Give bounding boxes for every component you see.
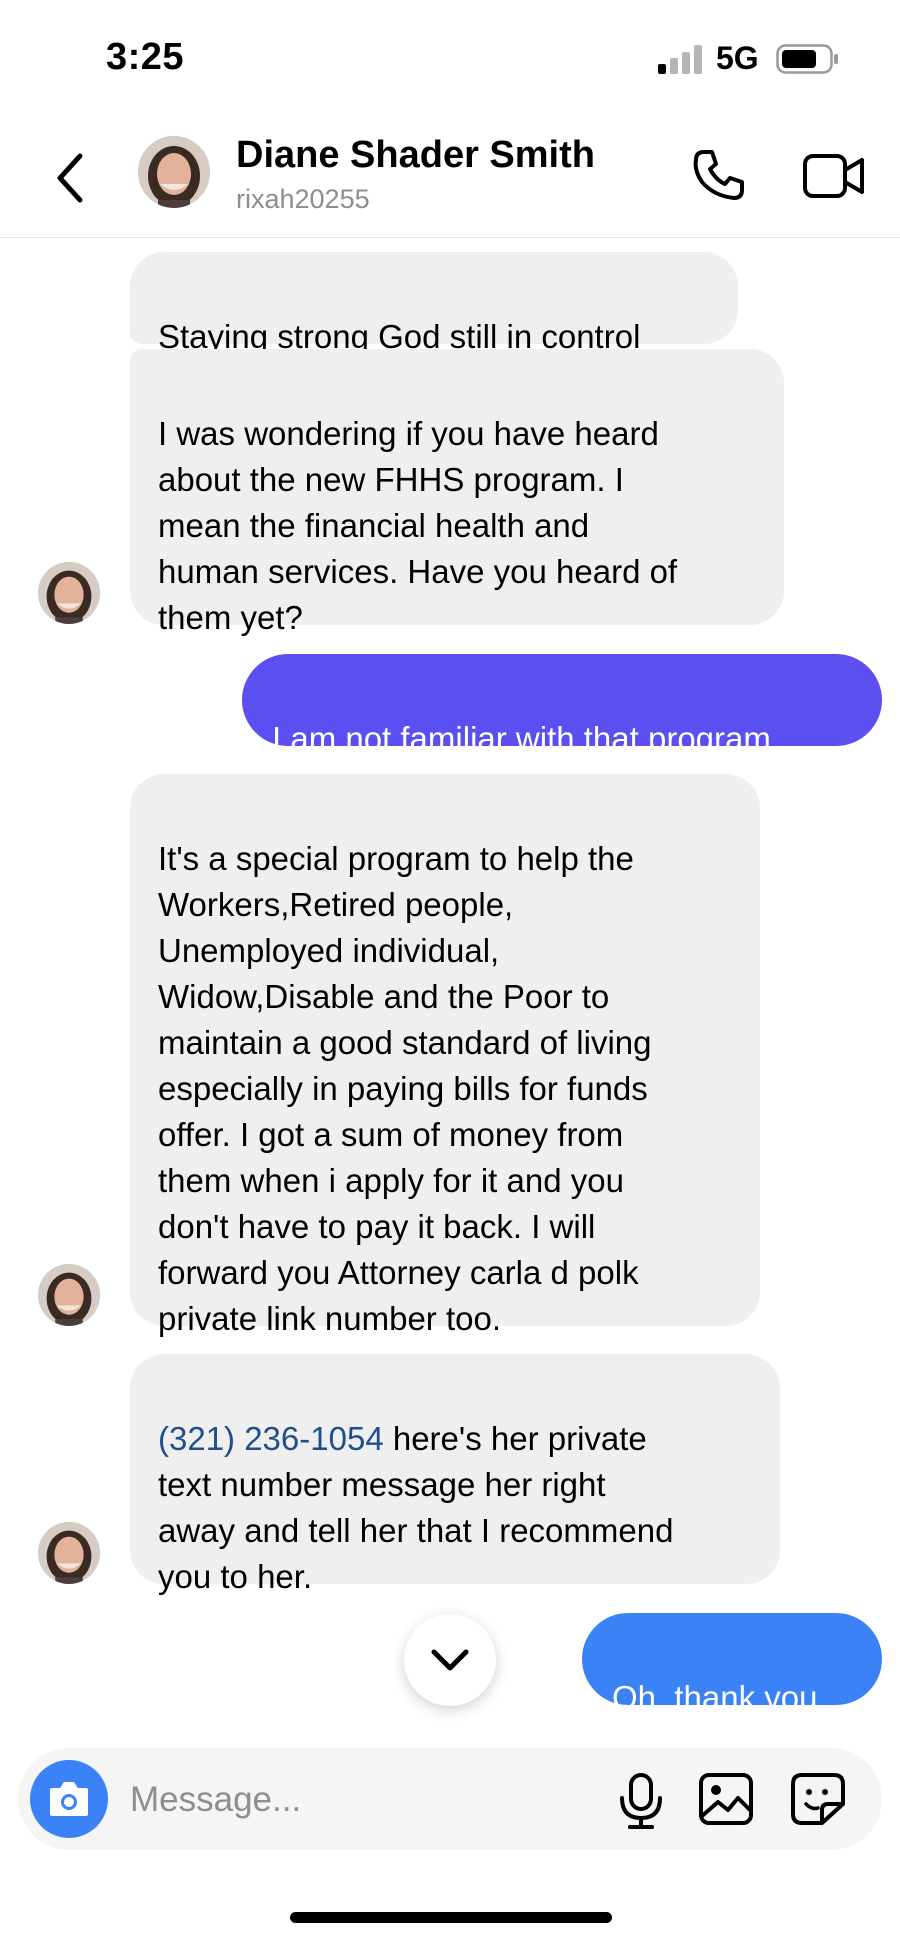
incoming-message[interactable]: I was wondering if you have heard about … [130,349,784,636]
avatar-photo-icon [38,562,100,624]
home-indicator [290,1912,612,1923]
avatar[interactable] [138,136,210,208]
message-text: It's a special program to help the Worke… [158,840,652,1337]
outgoing-message[interactable]: Oh, thank you. [582,1613,882,1716]
status-bar: 3:25 5G [0,0,900,120]
back-chevron-icon[interactable] [50,148,94,208]
message-text: I was wondering if you have heard about … [158,415,678,636]
avatar-photo-icon [138,136,210,208]
avatar-photo-icon [38,1264,100,1326]
gallery-icon[interactable] [698,1772,754,1826]
network-label: 5G [716,40,759,76]
video-camera-icon[interactable] [802,148,866,204]
status-time: 3:25 [106,36,185,78]
chat-header: Diane Shader Smith rixah20255 [0,120,900,238]
signal-icon [658,45,702,74]
phone-icon[interactable] [690,146,748,204]
microphone-icon[interactable] [614,1772,668,1830]
message-text: Oh, thank you. [612,1679,827,1716]
avatar[interactable] [38,1522,100,1584]
battery-icon [776,44,838,74]
incoming-message[interactable]: It's a special program to help the Worke… [130,774,760,1337]
camera-icon [50,1782,88,1816]
chevron-down-icon [431,1649,469,1671]
camera-button[interactable] [30,1760,108,1838]
scroll-to-bottom-button[interactable] [404,1614,496,1706]
incoming-message[interactable]: (321) 236-1054 here's her private text n… [130,1354,780,1595]
message-text: I am not familiar with that program. [272,720,781,757]
contact-username: rixah20255 [236,184,370,214]
contact-name[interactable]: Diane Shader Smith [236,134,595,177]
message-input[interactable] [128,1772,602,1828]
phone-number-link[interactable]: (321) 236-1054 [158,1420,384,1457]
message-composer [18,1748,882,1850]
avatar-photo-icon [38,1522,100,1584]
incoming-message[interactable]: Staying strong God still in control [130,252,738,355]
outgoing-message[interactable]: I am not familiar with that program. [242,654,882,757]
sticker-icon[interactable] [790,1772,846,1826]
avatar[interactable] [38,562,100,624]
avatar[interactable] [38,1264,100,1326]
